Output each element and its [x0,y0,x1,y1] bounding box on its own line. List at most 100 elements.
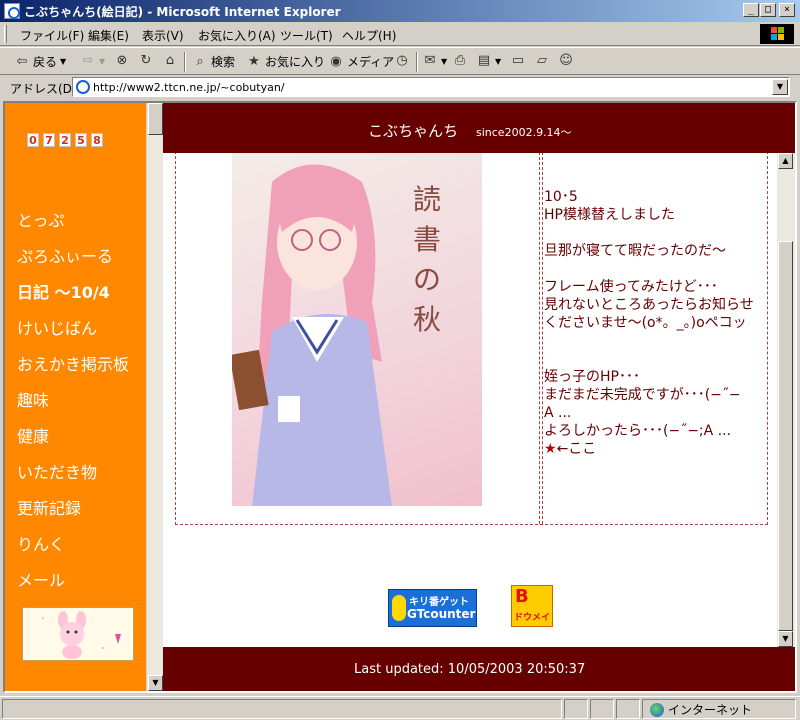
print-icon: ⎙ [454,53,466,68]
news-line [544,350,766,368]
news-line: よろしかったら･･･(−˝−;A ... [544,423,732,439]
menu-favorites[interactable]: お気に入り(A) [198,27,276,44]
news-line: まだまだ未完成ですが･･･(−˝− [544,387,741,403]
bunny-banner[interactable] [22,607,134,661]
menu-tools[interactable]: ツール(T) [280,27,333,44]
artwork-caption-line1: 読書の [412,183,441,296]
sidebar-scroll-thumb[interactable] [148,103,163,135]
since-date: since2002.9.14〜 [476,126,572,139]
media-button[interactable]: ◉ メディア [328,53,394,70]
status-cell [564,699,588,719]
nav-links[interactable]: りんく [17,531,65,555]
menu-file[interactable]: ファイル(F) [20,27,84,44]
b-doumei-text: ドウメイ [514,613,551,623]
nav-gifts[interactable]: いただき物 [17,459,97,483]
main-scroll-down[interactable]: ▼ [778,631,793,647]
main-scrollbar[interactable]: ▲ ▼ [777,153,795,647]
status-cell [616,699,640,719]
status-bar: インターネット [0,696,800,720]
niece-link[interactable]: ★←ここ [544,440,766,458]
menu-view[interactable]: 表示(V) [142,27,184,44]
title-bar: こぶちゃんち(絵日記) - Microsoft Internet Explore… [0,0,800,22]
star-icon: ★ [544,441,557,457]
address-url: http://www2.ttcn.ne.jp/~cobutyan/ [93,81,285,94]
gtcounter-logo-icon [392,595,406,621]
b-doumei-letter: B [515,586,529,607]
main-scroll-thumb[interactable] [778,241,793,631]
research-button[interactable]: ▱ [534,53,550,69]
menu-help[interactable]: ヘルプ(H) [342,27,396,44]
reading-autumn-illustration: 読書の 秋 [232,153,482,506]
messenger-icon: ☺ [559,53,573,68]
search-button[interactable]: ⌕ 検索 [192,53,235,70]
nav-profile[interactable]: ぷろふぃーる [17,243,113,267]
edit-dropdown-icon: ▼ [495,56,502,66]
research-icon: ▱ [537,53,547,68]
artwork-caption-line2: 秋 [412,303,441,336]
search-label: 検索 [211,55,236,69]
header-band: こぶちゃんち since2002.9.14〜 [163,103,795,153]
artwork-caption: 読書の 秋 [410,180,444,340]
main-frame: 読書の 秋 10･5 HP模様替えしました 旦那が寝てて暇だったのだ〜 フレーム… [163,153,777,647]
ie-app-icon[interactable] [4,3,20,19]
messenger-button[interactable]: ☺ [558,53,574,69]
history-icon: ◷ [396,53,408,68]
gtcounter-banner[interactable]: キリ番ゲット GTcounter [388,589,477,627]
minimize-button[interactable]: _ [743,3,759,17]
address-input[interactable]: http://www2.ttcn.ne.jp/~cobutyan/ ▼ [72,77,790,97]
windows-logo-icon [760,24,794,44]
nav-hobby[interactable]: 趣味 [17,387,49,411]
gtcounter-line1: キリ番ゲット [409,597,469,608]
forward-dropdown-icon: ▼ [99,56,106,66]
edit-button[interactable]: ▤ ▼ [476,53,501,69]
globe-icon [650,702,664,717]
counter-digit: 7 [43,133,55,147]
stop-icon: ⊗ [116,53,128,68]
site-title: こぶちゃんち [368,122,459,140]
history-button[interactable]: ◷ [394,53,410,69]
refresh-icon: ↻ [140,53,152,68]
stop-button[interactable]: ⊗ [114,53,130,69]
sidebar-scrollbar[interactable]: ▼ [146,103,163,691]
main-scroll-up[interactable]: ▲ [778,153,793,169]
nav-mail[interactable]: メール [17,567,65,591]
content-table: 読書の 秋 10･5 HP模様替えしました 旦那が寝てて暇だったのだ〜 フレーム… [175,153,768,525]
news-line: くださいませ〜(o*。_。)oペコッ [544,315,747,331]
menu-bar: ファイル(F) 編集(E) 表示(V) お気に入り(A) ツール(T) ヘルプ(… [0,22,800,46]
news-line: A ... [544,405,572,421]
bunny-illustration [42,611,121,659]
nav-health[interactable]: 健康 [17,423,49,447]
media-label: メディア [347,55,395,69]
nav-top[interactable]: とっぷ [17,207,65,231]
nav-oekaki-bbs[interactable]: おえかき掲示板 [17,351,129,375]
nav-update-log[interactable]: 更新記録 [17,495,81,519]
security-zone: インターネット [650,701,752,718]
maximize-button[interactable]: □ [760,3,776,17]
close-button[interactable]: × [779,3,795,17]
mail-dropdown-icon: ▼ [441,56,448,66]
address-dropdown-button[interactable]: ▼ [772,79,788,95]
footer-band: Last updated: 10/05/2003 20:50:37 [163,647,795,691]
counter-digit: 0 [27,133,39,147]
gtcounter-line2: GTcounter [407,607,476,621]
news-line: 見れないところあったらお知らせ [544,297,754,313]
favorites-button[interactable]: ★ お気に入り [246,53,325,70]
access-counter: 0 7 2 5 8 [27,133,103,147]
refresh-button[interactable]: ↻ [138,53,154,69]
girl-illustration [232,164,392,506]
column-divider [539,153,543,524]
mail-button[interactable]: ✉ ▼ [422,53,448,69]
edit-icon: ▤ [477,53,491,68]
zone-label: インターネット [668,703,753,717]
b-doumei-banner[interactable]: B ドウメイ [511,585,553,627]
forward-button[interactable]: ⇨ ▼ [80,53,106,69]
nav-bbs[interactable]: けいじばん [17,315,97,339]
print-button[interactable]: ⎙ [452,53,468,69]
nav-diary[interactable]: 日記 〜10/4 [17,279,110,303]
status-text-cell [2,699,562,719]
sidebar-scroll-down[interactable]: ▼ [148,675,163,691]
home-button[interactable]: ⌂ [162,53,178,69]
menu-edit[interactable]: 編集(E) [88,27,129,44]
discuss-button[interactable]: ▭ [510,53,526,69]
back-button[interactable]: ⇦ 戻る ▼ [14,53,67,70]
